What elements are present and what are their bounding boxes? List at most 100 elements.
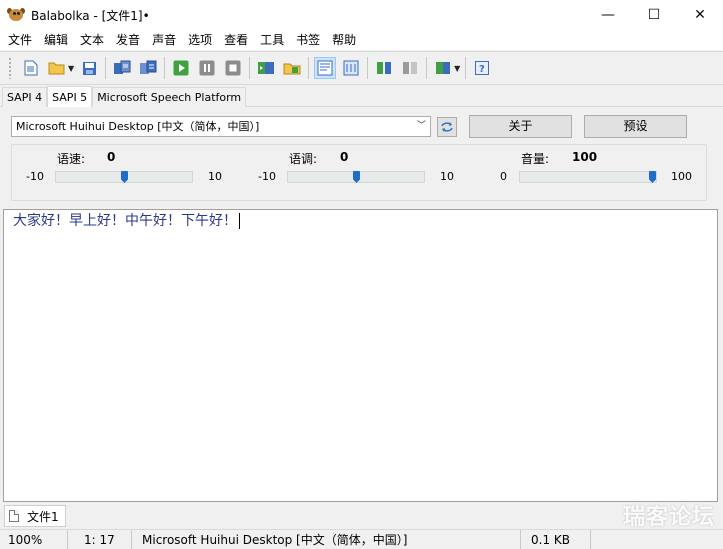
window-title: Balabolka - [文件1]• (31, 8, 150, 23)
read-clipboard-button[interactable] (255, 57, 277, 79)
convert-button[interactable] (432, 57, 454, 79)
document-tab[interactable]: 文件1 (4, 505, 66, 527)
text-caret (239, 213, 240, 229)
play-icon (173, 60, 189, 76)
menu-help[interactable]: 帮助 (326, 30, 362, 50)
speech-panel-icon (343, 60, 359, 76)
pitch-slider[interactable] (287, 171, 425, 183)
text-format-button[interactable] (314, 57, 337, 79)
voice-a-button[interactable] (373, 57, 395, 79)
voice-select[interactable]: Microsoft Huihui Desktop [中文（简体，中国）] ﹀ (11, 116, 431, 137)
svg-text:?: ? (479, 64, 485, 75)
rate-slider[interactable] (55, 171, 193, 183)
engine-tabs: SAPI 4 SAPI 5 Microsoft Speech Platform (0, 86, 723, 107)
split-audio-icon (140, 60, 157, 74)
status-zoom: 100% (0, 530, 68, 549)
menu-text[interactable]: 文本 (74, 30, 110, 50)
chevron-down-icon[interactable]: ﹀ (417, 117, 426, 136)
convert-icon (436, 62, 451, 74)
volume-value: 100 (572, 150, 598, 164)
menu-edit[interactable]: 编辑 (38, 30, 74, 50)
volume-label: 音量: (521, 152, 550, 166)
book-voice-icon (377, 62, 392, 74)
open-dropdown-icon[interactable]: ▼ (68, 64, 74, 73)
app-logo-icon[interactable] (7, 8, 25, 22)
voice-select-value: Microsoft Huihui Desktop [中文（简体，中国）] (16, 120, 260, 133)
pitch-label: 语调: (289, 152, 318, 166)
voice-panel: Microsoft Huihui Desktop [中文（简体，中国）] ﹀ 关… (0, 107, 723, 206)
speech-panel-button[interactable] (340, 57, 362, 79)
menu-audio[interactable]: 声音 (146, 30, 182, 50)
tab-speech-platform[interactable]: Microsoft Speech Platform (92, 87, 247, 107)
document-icon (9, 510, 19, 522)
volume-min: 0 (500, 170, 507, 183)
pitch-value: 0 (340, 150, 349, 164)
voice-settings-group: 语速: 0 -10 10 语调: 0 -10 10 音量: 100 0 100 (11, 144, 707, 201)
minimize-button[interactable]: — (585, 0, 631, 30)
editor-content[interactable]: 大家好！早上好！中午好！下午好！ (13, 213, 237, 229)
refresh-icon (441, 122, 453, 132)
text-panel-icon (317, 60, 333, 76)
menu-bookmarks[interactable]: 书签 (290, 30, 326, 50)
save-button[interactable] (78, 57, 100, 79)
help-icon: ? (475, 61, 490, 75)
read-file-button[interactable] (281, 57, 303, 79)
menu-view[interactable]: 查看 (218, 30, 254, 50)
pause-icon (199, 60, 215, 76)
stop-button[interactable] (222, 57, 244, 79)
play-button[interactable] (170, 57, 192, 79)
maximize-button[interactable]: ☐ (631, 0, 677, 30)
menu-speech[interactable]: 发音 (110, 30, 146, 50)
status-voice: Microsoft Huihui Desktop [中文（简体，中国）] (132, 530, 521, 549)
pitch-slider-group: 语调: 0 -10 10 (244, 145, 474, 202)
rate-slider-thumb[interactable] (121, 171, 128, 183)
new-document-button[interactable] (20, 57, 42, 79)
rate-value: 0 (107, 150, 116, 164)
volume-slider-thumb[interactable] (649, 171, 656, 183)
title-bar: Balabolka - [文件1]• — ☐ ✕ (0, 0, 723, 30)
new-document-icon (24, 60, 38, 76)
rate-slider-group: 语速: 0 -10 10 (12, 145, 242, 202)
open-file-button[interactable] (46, 57, 68, 79)
rate-max: 10 (208, 170, 222, 183)
about-voice-button[interactable]: 关于 (469, 115, 572, 138)
book-gray-icon (403, 62, 418, 74)
document-tab-label: 文件1 (27, 509, 59, 524)
convert-dropdown-icon[interactable]: ▼ (454, 64, 460, 73)
refresh-voices-button[interactable] (437, 117, 457, 137)
close-button[interactable]: ✕ (677, 0, 723, 30)
pitch-min: -10 (258, 170, 276, 183)
volume-max: 100 (671, 170, 692, 183)
pitch-max: 10 (440, 170, 454, 183)
toolbar-grip[interactable] (8, 57, 12, 79)
rate-label: 语速: (57, 152, 86, 166)
text-editor[interactable]: 大家好！早上好！中午好！下午好！ (3, 209, 718, 502)
voice-b-button[interactable] (399, 57, 421, 79)
watermark: 瑞客论坛 (622, 505, 715, 530)
save-audio-icon (114, 60, 131, 74)
clipboard-speak-icon (258, 62, 275, 74)
status-cursor-position: 1: 17 (68, 530, 132, 549)
document-tab-bar: 文件1 (0, 503, 723, 529)
help-button[interactable]: ? (471, 57, 493, 79)
split-audio-button[interactable] (137, 57, 159, 79)
menu-bar: 文件 编辑 文本 发音 声音 选项 查看 工具 书签 帮助 (0, 30, 723, 50)
menu-tools[interactable]: 工具 (254, 30, 290, 50)
save-audio-button[interactable] (111, 57, 133, 79)
menu-file[interactable]: 文件 (2, 30, 38, 50)
pitch-slider-thumb[interactable] (353, 171, 360, 183)
pause-button[interactable] (196, 57, 218, 79)
menu-options[interactable]: 选项 (182, 30, 218, 50)
save-icon (82, 61, 96, 75)
status-bar: 100% 1: 17 Microsoft Huihui Desktop [中文（… (0, 529, 723, 549)
volume-slider-group: 音量: 100 0 100 (476, 145, 706, 202)
toolbar: ▼ ▼ ? (0, 51, 723, 85)
stop-icon (225, 60, 241, 76)
folder-speak-icon (283, 63, 301, 75)
tab-sapi4[interactable]: SAPI 4 (2, 87, 48, 107)
volume-slider[interactable] (519, 171, 657, 183)
folder-open-icon (48, 62, 65, 75)
status-file-size: 0.1 KB (521, 530, 591, 549)
preset-button[interactable]: 预设 (584, 115, 687, 138)
tab-sapi5[interactable]: SAPI 5 (47, 86, 93, 107)
